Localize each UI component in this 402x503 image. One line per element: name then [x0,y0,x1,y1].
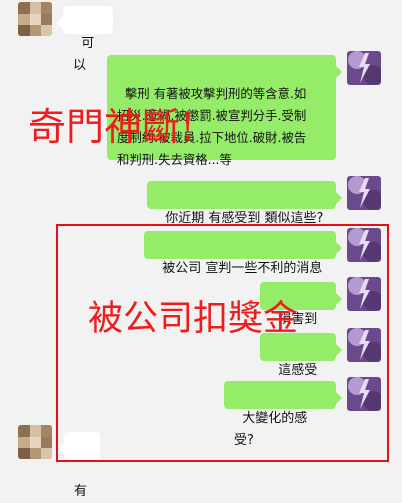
message-sent[interactable]: 你近期 有感受到 類似這些? [147,181,342,226]
purple-lightning-avatar-image [347,228,381,262]
message-sent[interactable]: 被公司 宣判一些不利的消息 [144,231,342,276]
message-text: 你近期 有感受到 類似這些? [165,211,324,226]
message-sent[interactable]: 這感受嗎 [260,333,342,400]
self-avatar[interactable] [347,377,381,411]
self-avatar[interactable] [347,277,381,311]
message-text: 可以 [73,36,95,73]
message-sent[interactable]: 損害到你 [260,282,342,349]
message-sent[interactable]: 大變化的感受? [224,381,342,448]
purple-lightning-avatar-image [347,377,381,411]
purple-lightning-avatar-image [347,51,381,85]
purple-lightning-avatar-image [347,176,381,210]
self-avatar[interactable] [347,51,381,85]
message-text: 有 [74,484,88,499]
message-text: 大變化的感受? [234,411,308,448]
self-avatar[interactable] [347,328,381,362]
message-text: 擊刑 有著被攻擊判刑的等含意.如 招災.惹禍.被懲罰.被宣判分手.受制 度制約.… [117,86,307,167]
blurred-avatar-image [18,2,52,36]
message-sent-explanation[interactable]: 擊刑 有著被攻擊判刑的等含意.如 招災.惹禍.被懲罰.被宣判分手.受制 度制約.… [107,55,342,167]
message-received[interactable]: 可以 [57,6,113,73]
blurred-avatar-image [18,425,52,459]
purple-lightning-avatar-image [347,328,381,362]
contact-avatar[interactable] [18,2,52,36]
self-avatar[interactable] [347,228,381,262]
purple-lightning-avatar-image [347,277,381,311]
message-received[interactable]: 有 [58,432,100,499]
self-avatar[interactable] [347,176,381,210]
contact-avatar[interactable] [18,425,52,459]
message-text: 被公司 宣判一些不利的消息 [162,261,323,276]
